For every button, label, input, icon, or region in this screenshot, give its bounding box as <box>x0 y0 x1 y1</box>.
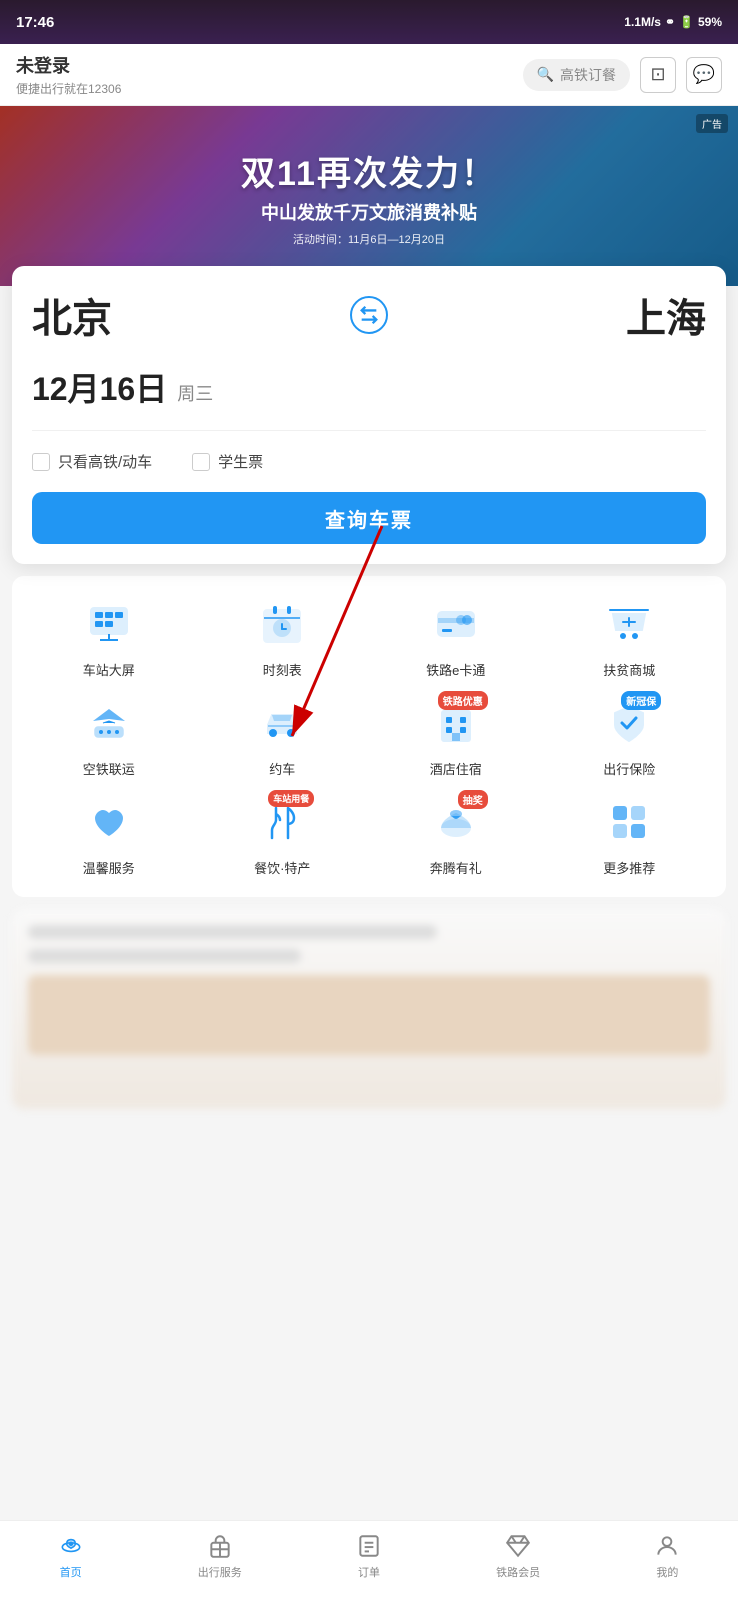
service-station-screen[interactable]: 车站大屏 <box>22 596 196 679</box>
dining-badge: 车站用餐 <box>268 790 314 807</box>
service-more[interactable]: 更多推荐 <box>543 794 717 877</box>
dining-icon: 车站用餐 <box>254 794 310 850</box>
to-city[interactable]: 上海 <box>626 286 706 344</box>
student-checkbox[interactable] <box>192 453 210 471</box>
login-status[interactable]: 未登录 <box>16 52 121 78</box>
warm-service-label: 温馨服务 <box>83 858 135 877</box>
more-icon <box>601 794 657 850</box>
station-screen-icon <box>81 596 137 652</box>
service-hotel[interactable]: 铁路优惠 酒店住宿 <box>369 695 543 778</box>
header: 未登录 便捷出行就在12306 🔍 高铁订餐 ⊡ 💬 <box>0 44 738 106</box>
profile-icon <box>653 1532 681 1560</box>
nav-home[interactable]: 首页 <box>57 1532 85 1580</box>
search-ticket-button[interactable]: 查询车票 <box>32 492 706 544</box>
bottom-nav: 首页 出行服务 订单 <box>0 1520 738 1600</box>
header-right: 🔍 高铁订餐 ⊡ 💬 <box>523 57 722 93</box>
blurred-content <box>12 909 726 1109</box>
option-student[interactable]: 学生票 <box>192 451 263 472</box>
timetable-label: 时刻表 <box>263 660 302 679</box>
message-icon[interactable]: 💬 <box>686 57 722 93</box>
option-high-speed[interactable]: 只看高铁/动车 <box>32 451 152 472</box>
nav-travel[interactable]: 出行服务 <box>198 1532 242 1580</box>
service-insurance[interactable]: 新冠保 出行保险 <box>543 695 717 778</box>
nav-profile-label: 我的 <box>656 1564 678 1580</box>
nav-orders[interactable]: 订单 <box>355 1532 383 1580</box>
services-section: 车站大屏 时刻表 <box>12 576 726 897</box>
battery-percent: 59% <box>698 15 722 29</box>
nav-travel-label: 出行服务 <box>198 1564 242 1580</box>
options-row: 只看高铁/动车 学生票 <box>32 451 706 472</box>
search-icon: 🔍 <box>537 66 554 83</box>
prizes-badge: 抽奖 <box>458 790 488 809</box>
poverty-mall-icon <box>601 596 657 652</box>
diamond-icon <box>504 1532 532 1560</box>
service-poverty-mall[interactable]: 扶贫商城 <box>543 596 717 679</box>
rail-card-icon <box>428 596 484 652</box>
nav-membership-label: 铁路会员 <box>496 1564 540 1580</box>
more-label: 更多推荐 <box>603 858 655 877</box>
service-air-rail[interactable]: 空铁联运 <box>22 695 196 778</box>
station-screen-label: 车站大屏 <box>83 660 135 679</box>
service-warm[interactable]: 温馨服务 <box>22 794 196 877</box>
service-timetable[interactable]: 时刻表 <box>196 596 370 679</box>
insurance-label: 出行保险 <box>603 759 655 778</box>
poverty-mall-label: 扶贫商城 <box>603 660 655 679</box>
banner-title: 双11再次发力！ <box>241 146 497 195</box>
insurance-icon: 新冠保 <box>601 695 657 751</box>
banner-ad-label: 广告 <box>696 114 728 133</box>
prizes-label: 奔腾有礼 <box>430 858 482 877</box>
service-dining[interactable]: 车站用餐 餐饮·特产 <box>196 794 370 877</box>
highspeed-label: 只看高铁/动车 <box>58 451 152 472</box>
header-left: 未登录 便捷出行就在12306 <box>16 52 121 97</box>
timetable-icon <box>254 596 310 652</box>
hotel-icon: 铁路优惠 <box>428 695 484 751</box>
car-hire-label: 约车 <box>269 759 295 778</box>
swap-icon <box>350 296 388 334</box>
nav-home-label: 首页 <box>60 1564 82 1580</box>
nav-orders-label: 订单 <box>358 1564 380 1580</box>
scan-icon[interactable]: ⊡ <box>640 57 676 93</box>
from-city[interactable]: 北京 <box>32 286 112 344</box>
status-time: 17:46 <box>16 14 54 31</box>
header-subtitle: 便捷出行就在12306 <box>16 80 121 97</box>
hotel-badge: 铁路优惠 <box>438 691 488 710</box>
swap-button[interactable] <box>347 293 391 337</box>
travel-weekday: 周三 <box>177 380 213 406</box>
orders-icon <box>355 1532 383 1560</box>
nav-profile[interactable]: 我的 <box>653 1532 681 1580</box>
bluetooth-icon: ⚭ <box>665 15 675 29</box>
services-grid: 车站大屏 时刻表 <box>22 596 716 877</box>
booking-card: 北京 上海 12月16日 周三 只看高铁/动车 学生票 <box>12 266 726 564</box>
warm-service-icon <box>81 794 137 850</box>
air-rail-label: 空铁联运 <box>83 759 135 778</box>
car-hire-icon <box>254 695 310 751</box>
banner[interactable]: 双11再次发力！ 中山发放千万文旅消费补贴 活动时间：11月6日—12月20日 … <box>0 106 738 286</box>
search-text: 高铁订餐 <box>560 65 616 85</box>
air-rail-icon <box>81 695 137 751</box>
rail-card-label: 铁路e卡通 <box>426 660 485 679</box>
status-icons: 1.1M/s ⚭ 🔋 59% <box>624 15 722 29</box>
travel-date: 12月16日 <box>32 364 167 410</box>
search-bar[interactable]: 🔍 高铁订餐 <box>523 59 630 91</box>
route-row: 北京 上海 <box>32 286 706 344</box>
service-rail-card[interactable]: 铁路e卡通 <box>369 596 543 679</box>
service-prizes[interactable]: 抽奖 奔腾有礼 <box>369 794 543 877</box>
dining-label: 餐饮·特产 <box>254 858 310 877</box>
prizes-icon: 抽奖 <box>428 794 484 850</box>
date-row[interactable]: 12月16日 周三 <box>32 364 706 431</box>
banner-date: 活动时间：11月6日—12月20日 <box>241 231 497 247</box>
banner-subtitle: 中山发放千万文旅消费补贴 <box>241 199 497 225</box>
battery-icon: 🔋 <box>679 15 694 29</box>
banner-content: 双11再次发力！ 中山发放千万文旅消费补贴 活动时间：11月6日—12月20日 <box>241 146 497 247</box>
home-icon <box>57 1532 85 1560</box>
hotel-label: 酒店住宿 <box>430 759 482 778</box>
insurance-badge: 新冠保 <box>621 691 661 710</box>
nav-membership[interactable]: 铁路会员 <box>496 1532 540 1580</box>
suitcase-icon <box>206 1532 234 1560</box>
service-car-hire[interactable]: 约车 <box>196 695 370 778</box>
student-label: 学生票 <box>218 451 263 472</box>
highspeed-checkbox[interactable] <box>32 453 50 471</box>
speed-indicator: 1.1M/s <box>624 15 661 29</box>
status-bar: 17:46 1.1M/s ⚭ 🔋 59% <box>0 0 738 44</box>
